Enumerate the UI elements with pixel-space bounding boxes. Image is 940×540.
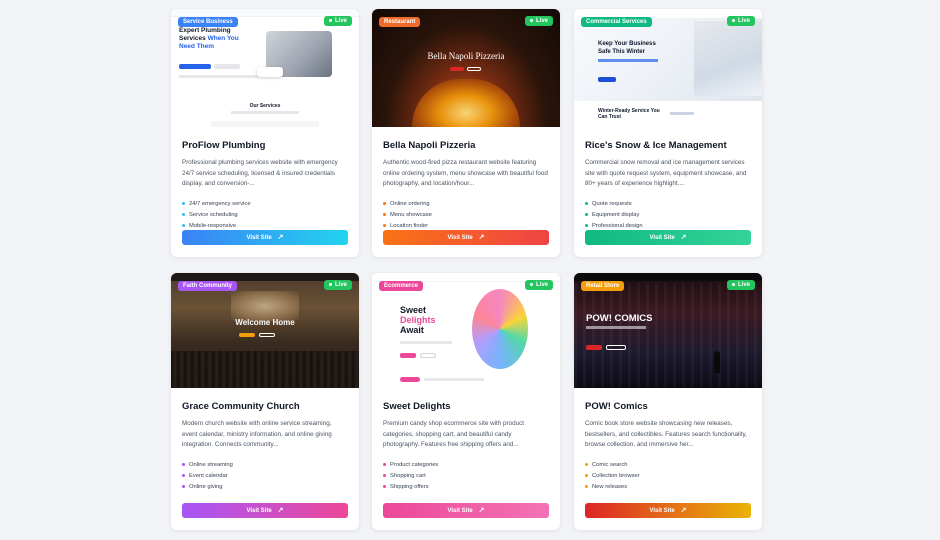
card-description: Modern church website with online servic… — [182, 420, 332, 449]
external-link-icon: ↗ — [277, 507, 284, 514]
visit-site-button[interactable]: Visit Site ↗ — [585, 230, 751, 245]
portfolio-card-rices-snow: Keep Your Business Safe This Winter Wint… — [574, 9, 762, 257]
bullet-icon — [383, 473, 386, 477]
bullet-icon — [182, 223, 185, 227]
bullet-icon — [182, 473, 185, 477]
bullet-icon — [383, 201, 386, 205]
live-status-badge: Live — [524, 16, 553, 26]
card-description: Commercial snow removal and ice manageme… — [585, 159, 747, 188]
card-title: Bella Napoli Pizzeria — [383, 140, 476, 151]
feature-item: Shipping offers — [383, 482, 549, 493]
bullet-icon — [585, 484, 588, 488]
bullet-icon — [585, 223, 588, 227]
visit-site-button[interactable]: Visit Site ↗ — [585, 503, 751, 518]
feature-list: 24/7 emergency service Service schedulin… — [182, 199, 348, 232]
bullet-icon — [383, 212, 386, 216]
portfolio-card-sweet-delights: Sweet Delights Await Ecommerce Live Swee… — [372, 273, 560, 530]
bullet-icon — [182, 462, 185, 466]
feature-item: Online streaming — [182, 460, 348, 471]
site-preview-sweet-delights[interactable]: Sweet Delights Await Ecommerce Live — [372, 273, 560, 388]
feature-item: Equipment display — [585, 210, 751, 221]
bullet-icon — [182, 484, 185, 488]
bullet-icon — [585, 462, 588, 466]
feature-item: Collection browser — [585, 471, 751, 482]
card-title: Sweet Delights — [383, 401, 451, 412]
feature-list: Quote requests Equipment display Profess… — [585, 199, 751, 232]
card-description: Authentic wood-fired pizza restaurant we… — [383, 159, 548, 188]
portfolio-grid: Expert Plumbing Services When You Need T… — [171, 9, 762, 540]
feature-item: Online giving — [182, 482, 348, 493]
feature-list: Online ordering Menu showcase Location f… — [383, 199, 549, 232]
external-link-icon: ↗ — [277, 234, 284, 241]
bullet-icon — [383, 462, 386, 466]
live-dot-icon — [328, 18, 332, 22]
visit-site-button[interactable]: Visit Site ↗ — [182, 503, 348, 518]
live-dot-icon — [328, 282, 332, 286]
site-preview-pow-comics[interactable]: POW! COMICS Retail Store Live — [574, 273, 762, 388]
feature-item: Product categories — [383, 460, 549, 471]
site-preview-proflow[interactable]: Expert Plumbing Services When You Need T… — [171, 9, 359, 127]
site-preview-grace-church[interactable]: Welcome Home Faith Community Live — [171, 273, 359, 388]
feature-item: Quote requests — [585, 199, 751, 210]
category-badge: Service Business — [178, 17, 238, 27]
category-badge: Restaurant — [379, 17, 421, 27]
site-preview-rices-snow[interactable]: Keep Your Business Safe This Winter Wint… — [574, 9, 762, 127]
card-description: Professional plumbing services website w… — [182, 159, 338, 188]
bullet-icon — [383, 484, 386, 488]
live-status-badge: Live — [524, 280, 553, 290]
portfolio-card-proflow: Expert Plumbing Services When You Need T… — [171, 9, 359, 257]
category-badge: Retail Store — [581, 281, 625, 291]
visit-site-button[interactable]: Visit Site ↗ — [182, 230, 348, 245]
feature-list: Product categories Shopping cart Shippin… — [383, 460, 549, 493]
card-title: ProFlow Plumbing — [182, 140, 266, 151]
feature-list: Comic search Collection browser New rele… — [585, 460, 751, 493]
feature-item: Comic search — [585, 460, 751, 471]
feature-item: Menu showcase — [383, 210, 549, 221]
category-badge: Ecommerce — [379, 281, 424, 291]
feature-item: Shopping cart — [383, 471, 549, 482]
feature-item: Event calendar — [182, 471, 348, 482]
category-badge: Faith Community — [178, 281, 237, 291]
bullet-icon — [182, 212, 185, 216]
live-status-badge: Live — [323, 16, 352, 26]
live-status-badge: Live — [726, 16, 755, 26]
live-dot-icon — [529, 18, 533, 22]
feature-list: Online streaming Event calendar Online g… — [182, 460, 348, 493]
live-dot-icon — [731, 282, 735, 286]
card-title: Rice's Snow & Ice Management — [585, 140, 727, 151]
bullet-icon — [585, 473, 588, 477]
bullet-icon — [585, 212, 588, 216]
portfolio-card-grace-church: Welcome Home Faith Community Live Grace … — [171, 273, 359, 530]
portfolio-card-bella-napoli: Bella Napoli Pizzeria Restaurant Live Be… — [372, 9, 560, 257]
external-link-icon: ↗ — [478, 234, 485, 241]
live-dot-icon — [731, 18, 735, 22]
feature-item: 24/7 emergency service — [182, 199, 348, 210]
live-status-badge: Live — [726, 280, 755, 290]
external-link-icon: ↗ — [680, 234, 687, 241]
live-status-badge: Live — [323, 280, 352, 290]
bullet-icon — [383, 223, 386, 227]
feature-item: New releases — [585, 482, 751, 493]
visit-site-button[interactable]: Visit Site ↗ — [383, 230, 549, 245]
external-link-icon: ↗ — [680, 507, 687, 514]
card-description: Comic book store website showcasing new … — [585, 420, 747, 449]
visit-site-button[interactable]: Visit Site ↗ — [383, 503, 549, 518]
bullet-icon — [585, 201, 588, 205]
card-title: POW! Comics — [585, 401, 648, 412]
site-preview-bella-napoli[interactable]: Bella Napoli Pizzeria Restaurant Live — [372, 9, 560, 127]
bullet-icon — [182, 201, 185, 205]
feature-item: Online ordering — [383, 199, 549, 210]
portfolio-card-pow-comics: POW! COMICS Retail Store Live POW! Comic… — [574, 273, 762, 530]
live-dot-icon — [529, 282, 533, 286]
external-link-icon: ↗ — [478, 507, 485, 514]
card-title: Grace Community Church — [182, 401, 300, 412]
card-description: Premium candy shop ecommerce site with p… — [383, 420, 525, 449]
feature-item: Service scheduling — [182, 210, 348, 221]
category-badge: Commercial Services — [581, 17, 652, 27]
